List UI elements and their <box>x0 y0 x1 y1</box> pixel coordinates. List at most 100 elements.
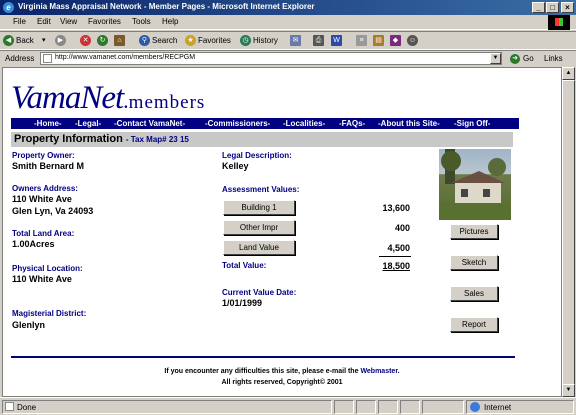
back-arrow-icon[interactable]: ◀ <box>3 35 14 46</box>
total-divider <box>379 256 411 257</box>
status-panel-4 <box>378 400 398 414</box>
status-text: Done <box>17 403 37 412</box>
history-icon[interactable]: ◷ <box>240 35 251 46</box>
status-main-panel: Done <box>2 400 332 414</box>
sales-button[interactable]: Sales <box>450 286 498 301</box>
go-button[interactable]: Go <box>523 54 534 63</box>
address-input[interactable]: http://www.vamanet.com/members/RECPGM <box>40 52 502 65</box>
building-1-button[interactable]: Building 1 <box>223 200 295 215</box>
mail-icon[interactable]: ✉ <box>290 35 301 46</box>
other-impr-button[interactable]: Other Impr <box>223 220 295 235</box>
person-icon[interactable]: ☺ <box>407 35 418 46</box>
nav-bar: -Home- -Legal- -Contact VamaNet- -Commis… <box>11 118 519 129</box>
menu-view[interactable]: View <box>60 17 77 26</box>
total-value: 18,500 <box>382 261 410 271</box>
zone-text: Internet <box>484 403 512 412</box>
toolbar: ◀ Back ▾ ▶ ✕ ↻ ⌂ ⚲ Search ★ Favorites ◷ … <box>0 31 576 50</box>
stop-icon[interactable]: ✕ <box>80 35 91 46</box>
nav-contact[interactable]: -Contact VamaNet- <box>114 119 185 128</box>
address-label-field: Owners Address: <box>12 184 78 193</box>
back-button[interactable]: Back <box>16 36 34 45</box>
value-date-label: Current Value Date: <box>222 288 297 297</box>
menu-bar: File Edit View Favorites Tools Help <box>0 15 576 30</box>
home-icon[interactable]: ⌂ <box>114 35 125 46</box>
land-value: 4,500 <box>387 243 410 253</box>
vamanet-logo: VamaNet.members <box>11 80 206 116</box>
sketch-button[interactable]: Sketch <box>450 255 498 270</box>
nav-about[interactable]: -About this Site- <box>378 119 440 128</box>
address-dropdown-icon[interactable]: ▼ <box>490 53 501 64</box>
maximize-button[interactable]: □ <box>546 2 559 13</box>
search-icon[interactable]: ⚲ <box>139 35 150 46</box>
research-icon[interactable]: ▤ <box>373 35 384 46</box>
footer-line-2: All rights reserved, Copyright© 2001 <box>221 379 343 386</box>
nav-sign-off[interactable]: -Sign Off- <box>454 119 490 128</box>
location-label: Physical Location: <box>12 264 83 273</box>
report-button[interactable]: Report <box>450 317 498 332</box>
vertical-scrollbar[interactable]: ▲ ▼ <box>562 67 575 397</box>
nav-commissioners[interactable]: -Commissioners- <box>205 119 270 128</box>
window-title: Virginia Mass Appraisal Network - Member… <box>18 2 315 11</box>
location-value: 110 White Ave <box>12 274 72 284</box>
assessment-label: Assessment Values: <box>222 185 300 194</box>
pictures-button[interactable]: Pictures <box>450 224 498 239</box>
ie-icon: e <box>3 2 14 13</box>
page-icon <box>43 54 52 63</box>
total-label: Total Value: <box>222 261 267 270</box>
property-header: Property Information - Tax Map# 23 15 <box>11 132 513 147</box>
tax-map: - Tax Map# 23 15 <box>125 135 189 144</box>
links-button[interactable]: Links <box>544 54 563 63</box>
address-line1: 110 White Ave <box>12 194 72 204</box>
house-image <box>439 149 511 220</box>
back-dropdown-icon[interactable]: ▾ <box>42 36 46 44</box>
windows-logo-icon <box>548 15 570 30</box>
land-value-button[interactable]: Land Value <box>223 240 295 255</box>
land-area-label: Total Land Area: <box>12 229 75 238</box>
footer: If you encounter any difficulties this s… <box>3 366 561 388</box>
favorites-button[interactable]: Favorites <box>198 36 231 45</box>
title-bar: e Virginia Mass Appraisal Network - Memb… <box>0 0 576 15</box>
nav-faqs[interactable]: -FAQs- <box>339 119 365 128</box>
webmaster-link[interactable]: Webmaster <box>360 368 397 375</box>
status-panel-2 <box>334 400 354 414</box>
refresh-icon[interactable]: ↻ <box>97 35 108 46</box>
value-date: 1/01/1999 <box>222 298 263 308</box>
scroll-down-icon[interactable]: ▼ <box>562 384 575 397</box>
print-icon[interactable]: ⎙ <box>313 35 324 46</box>
status-panel-5 <box>400 400 420 414</box>
status-panel-3 <box>356 400 376 414</box>
land-area-value: 1.00Acres <box>12 239 55 249</box>
history-button[interactable]: History <box>253 36 278 45</box>
owner-label: Property Owner: <box>12 151 75 160</box>
district-label: Magisterial District: <box>12 309 87 318</box>
scroll-thumb[interactable] <box>562 80 575 385</box>
scroll-up-icon[interactable]: ▲ <box>562 67 575 80</box>
menu-favorites[interactable]: Favorites <box>88 17 121 26</box>
discuss-icon[interactable]: ≡ <box>356 35 367 46</box>
address-label: Address <box>5 54 35 63</box>
nav-localities[interactable]: -Localities- <box>283 119 325 128</box>
menu-help[interactable]: Help <box>162 17 178 26</box>
footer-divider <box>11 356 515 358</box>
close-button[interactable]: × <box>561 2 574 13</box>
menu-file[interactable]: File <box>13 17 26 26</box>
page-content: VamaNet.members -Home- -Legal- -Contact … <box>2 67 562 397</box>
forward-arrow-icon[interactable]: ▶ <box>55 35 66 46</box>
legal-label: Legal Description: <box>222 151 292 160</box>
property-photo <box>439 149 511 220</box>
nav-legal[interactable]: -Legal- <box>75 119 101 128</box>
messenger-icon[interactable]: ◆ <box>390 35 401 46</box>
district-value: Glenlyn <box>12 320 46 330</box>
minimize-button[interactable]: _ <box>532 2 545 13</box>
menu-tools[interactable]: Tools <box>132 17 151 26</box>
go-arrow-icon[interactable]: ➜ <box>510 54 520 64</box>
favorites-icon[interactable]: ★ <box>185 35 196 46</box>
zone-panel: Internet <box>466 400 574 414</box>
owner-value: Smith Bernard M <box>12 161 85 171</box>
legal-value: Kelley <box>222 161 249 171</box>
page-done-icon <box>5 402 14 411</box>
nav-home[interactable]: -Home- <box>34 119 62 128</box>
edit-icon[interactable]: W <box>331 35 342 46</box>
menu-edit[interactable]: Edit <box>37 17 51 26</box>
search-button[interactable]: Search <box>152 36 177 45</box>
